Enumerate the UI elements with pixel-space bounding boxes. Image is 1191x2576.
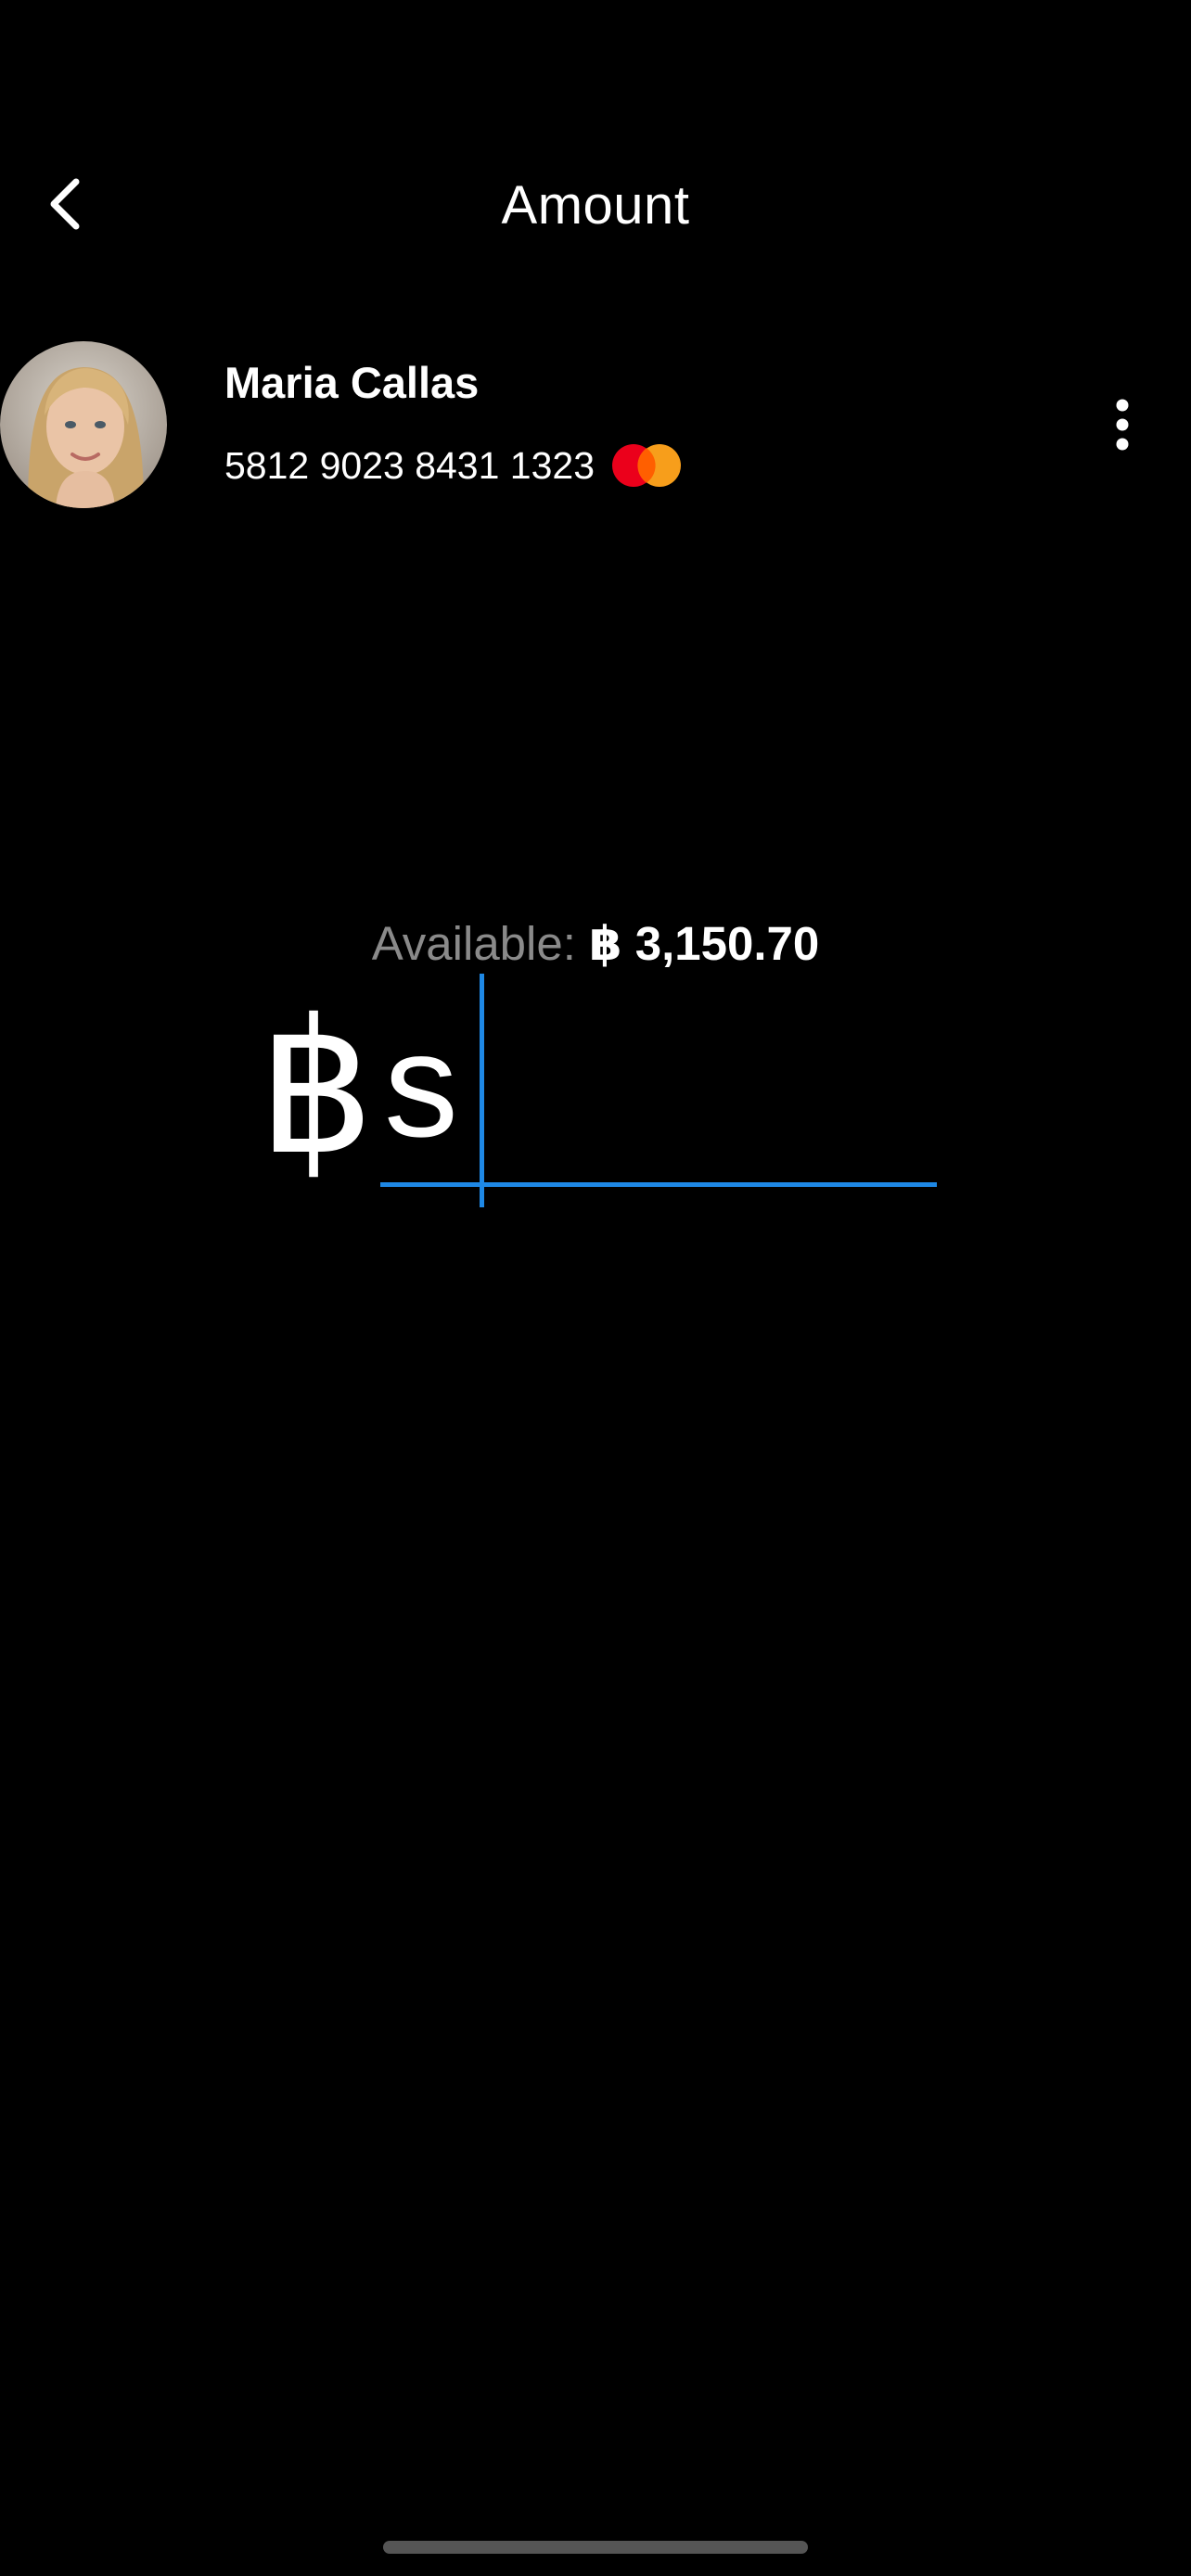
home-indicator[interactable] bbox=[383, 2541, 808, 2554]
card-info: 5812 9023 8431 1323 bbox=[224, 436, 684, 495]
card-number: 5812 9023 8431 1323 bbox=[224, 443, 596, 487]
more-vertical-icon bbox=[1116, 399, 1129, 451]
available-balance: Available: ฿ 3,150.70 bbox=[0, 916, 1191, 972]
available-label: Available: bbox=[371, 917, 576, 970]
more-options-button[interactable] bbox=[1095, 388, 1150, 462]
mastercard-icon bbox=[609, 442, 684, 489]
currency-symbol: ฿ bbox=[258, 986, 375, 1191]
amount-input[interactable]: s bbox=[380, 974, 937, 1207]
recipient-name: Maria Callas bbox=[224, 358, 480, 407]
available-amount: ฿ 3,150.70 bbox=[589, 917, 820, 970]
text-cursor bbox=[480, 974, 484, 1207]
avatar bbox=[0, 341, 167, 508]
amount-value: s bbox=[384, 1001, 458, 1167]
page-title: Amount bbox=[501, 175, 690, 236]
